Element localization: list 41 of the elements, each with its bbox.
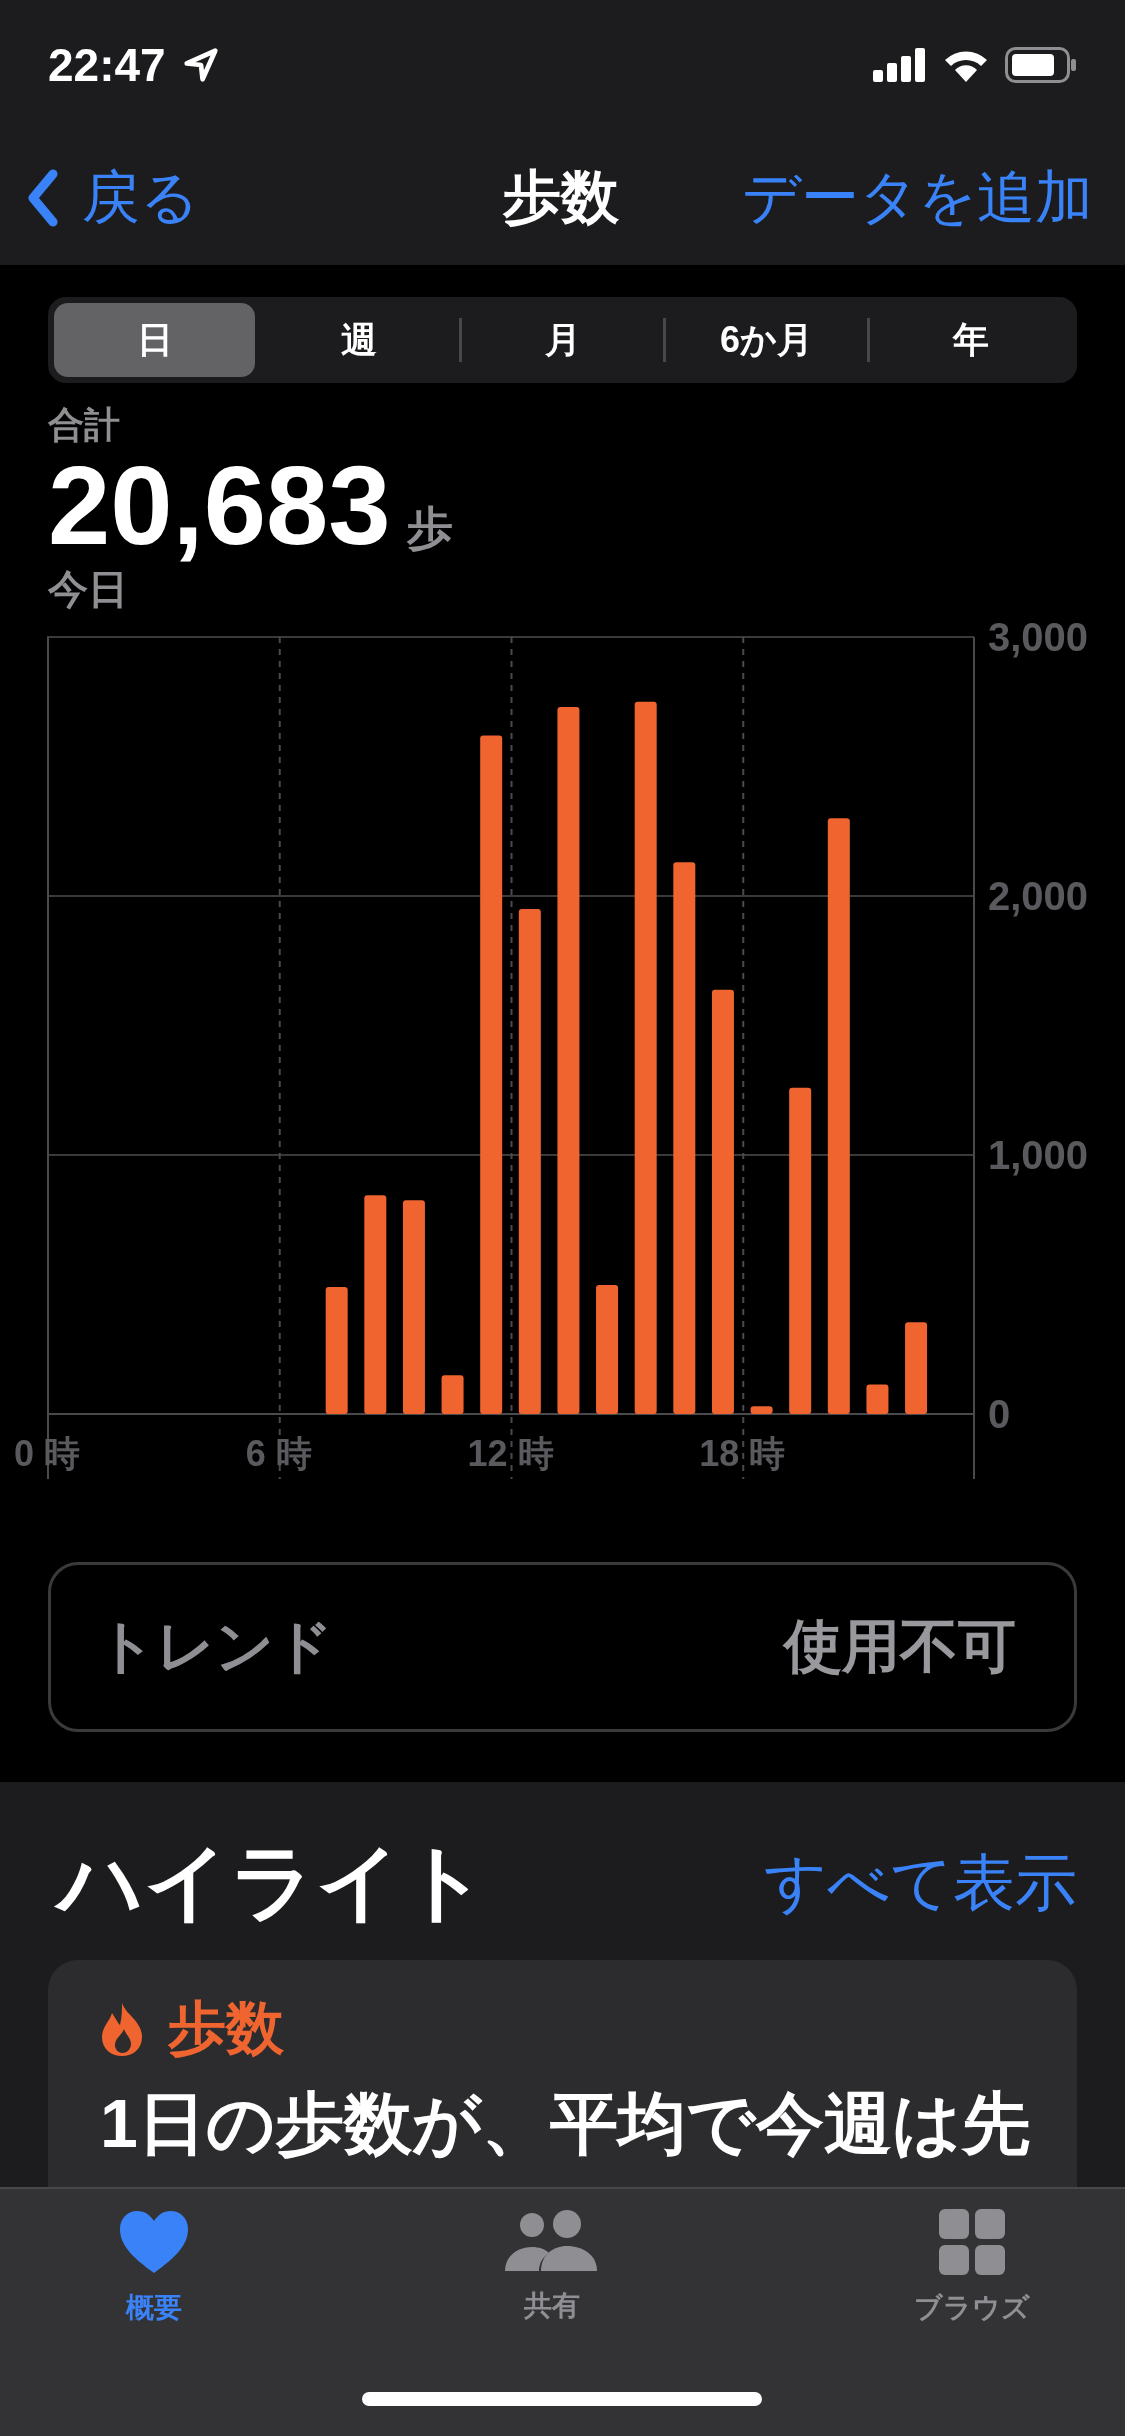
highlight-text: 1日の歩数が、平均で今週は先 [100,2086,1030,2161]
flame-icon [100,2001,144,2057]
heart-icon [118,2209,190,2275]
x-axis-label: 18 時 [699,1433,786,1474]
segment-tab[interactable]: 6か月 [666,303,867,377]
trend-value: 使用不可 [784,1612,1016,1680]
segment-tab[interactable]: 月 [462,303,663,377]
y-axis-label: 2,000 [988,874,1089,918]
tab-bar-item[interactable]: 共有 [505,2209,599,2339]
y-axis-label: 0 [988,1392,1011,1436]
page-title: 歩数 [502,162,619,231]
people-icon [505,2209,599,2273]
x-axis-label: 6 時 [245,1433,312,1474]
chevron-left-icon [28,168,58,227]
trend-label: トレンド [97,1612,333,1680]
back-button[interactable]: 戻る [28,158,199,237]
segment-tab[interactable]: 日 [54,303,255,377]
status-time: 22:47 [48,38,166,92]
highlight-card[interactable]: 歩数 1日の歩数が、平均で今週は先 [48,1960,1077,2187]
step-bar [866,1384,889,1414]
add-data-button[interactable]: データを追加 [742,158,1093,237]
card-title: 歩数 [168,1994,284,2062]
location-arrow-icon [181,46,220,84]
period-label: 今日 [48,566,129,613]
total-steps-value: 20,683 [48,450,391,562]
signal-icon [873,48,927,82]
wifi-icon [943,48,989,82]
tab-bar-item[interactable]: ブラウズ [914,2209,1030,2339]
grid-icon [939,2209,1005,2275]
segment-tab[interactable]: 週 [258,303,459,377]
show-all-link[interactable]: すべて表示 [764,1841,1077,1925]
x-axis-label: 12 時 [467,1433,554,1474]
segment-tab[interactable]: 年 [870,303,1071,377]
battery-icon [1005,47,1077,83]
tab-bar-item[interactable]: 概要 [118,2209,190,2339]
step-bar [441,1375,464,1414]
total-label: 合計 [48,403,121,447]
y-axis-label: 1,000 [988,1133,1089,1177]
unit-label: 歩 [406,501,453,556]
y-axis-label: 3,000 [988,615,1089,659]
step-bar [750,1406,773,1414]
